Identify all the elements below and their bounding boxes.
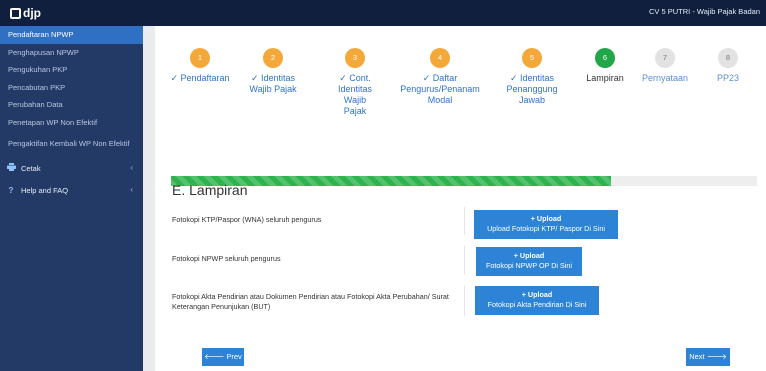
upload-button-text: Fotokopi NPWP OP Di Sini	[485, 261, 572, 270]
step-label: PP23	[716, 73, 740, 83]
upload-plus-label: + Upload	[513, 251, 545, 260]
question-icon: ?	[8, 185, 14, 195]
step-number: 1	[190, 48, 210, 68]
upload-plus-label: + Upload	[521, 290, 553, 299]
step-number: 4	[430, 48, 450, 68]
sidebar-item-pengukuhan-pkp[interactable]: Pengukuhan PKP	[0, 61, 143, 79]
attachment-label-akta: Fotokopi Akta Pendirian atau Dokumen Pen…	[172, 292, 449, 311]
printer-icon	[6, 163, 16, 173]
prev-button[interactable]: 🡐 Prev	[202, 348, 244, 366]
step-number: 2	[263, 48, 283, 68]
sidebar-item-pengaktifan-kembali[interactable]: Pengaktifan Kembali WP Non Efektif	[0, 131, 143, 157]
sidebar-group-help[interactable]: ? Help and FAQ ‹	[0, 179, 143, 201]
user-account-label[interactable]: CV 5 PUTRI - Wajib Pajak Badan	[649, 7, 760, 16]
upload-ktp-button[interactable]: + Upload Upload Fotokopi KTP/ Paspor Di …	[474, 210, 618, 239]
step-8[interactable]: 8 PP23	[683, 48, 766, 84]
step-number: 3	[345, 48, 365, 68]
divider	[464, 246, 465, 274]
sidebar-item-penetapan-wp-non-efektif[interactable]: Penetapan WP Non Efektif	[0, 114, 143, 132]
upload-npwp-button[interactable]: + Upload Fotokopi NPWP OP Di Sini	[476, 247, 582, 276]
sidebar-group-label: Help and FAQ	[21, 185, 69, 195]
sidebar-item-perubahan-data[interactable]: Perubahan Data	[0, 96, 143, 114]
sidebar-group-cetak[interactable]: Cetak ‹	[0, 157, 143, 179]
djp-logo[interactable]: djp	[10, 4, 41, 22]
progress-bar	[171, 176, 757, 186]
divider	[464, 286, 465, 316]
step-label: ✓ Identitas Penanggung Jawab	[506, 73, 558, 105]
attachment-label-npwp: Fotokopi NPWP seluruh pengurus	[172, 254, 281, 263]
sidebar: Pendaftaran NPWP Penghapusan NPWP Penguk…	[0, 26, 143, 371]
divider	[464, 207, 465, 235]
sidebar-group-label: Cetak	[21, 163, 41, 173]
upload-button-text: Upload Fotokopi KTP/ Paspor Di Sini	[487, 224, 605, 233]
logo-mark-icon	[10, 7, 21, 19]
form-panel: 1 ✓ Pendaftaran 2 ✓ Identitas Wajib Paja…	[155, 26, 766, 371]
chevron-left-icon: ‹	[130, 185, 133, 194]
step-number: 5	[522, 48, 542, 68]
step-number: 6	[595, 48, 615, 68]
next-button[interactable]: Next 🡒	[686, 348, 730, 366]
section-title: E. Lampiran	[172, 182, 248, 198]
main-content: 1 ✓ Pendaftaran 2 ✓ Identitas Wajib Paja…	[143, 26, 766, 371]
step-label: ✓ Daftar Pengurus/Penanam Modal	[400, 73, 480, 105]
top-bar: djp CV 5 PUTRI - Wajib Pajak Badan	[0, 0, 766, 26]
step-label: ✓ Cont. Identitas Wajib Pajak	[337, 73, 373, 116]
step-2[interactable]: 2 ✓ Identitas Wajib Pajak	[223, 48, 323, 95]
attachment-label-ktp: Fotokopi KTP/Paspor (WNA) seluruh pengur…	[172, 215, 322, 224]
upload-plus-label: + Upload	[530, 214, 562, 223]
logo-text: djp	[23, 6, 41, 20]
step-number: 7	[655, 48, 675, 68]
step-number: 8	[718, 48, 738, 68]
chevron-left-icon: ‹	[130, 163, 133, 172]
upload-akta-button[interactable]: + Upload Fotokopi Akta Pendirian Di Sini	[475, 286, 599, 315]
sidebar-item-pendaftaran-npwp[interactable]: Pendaftaran NPWP	[0, 26, 143, 44]
sidebar-item-penghapusan-npwp[interactable]: Penghapusan NPWP	[0, 44, 143, 62]
step-label: ✓ Identitas Wajib Pajak	[249, 73, 297, 94]
upload-button-text: Fotokopi Akta Pendirian Di Sini	[487, 300, 587, 309]
sidebar-item-pencabutan-pkp[interactable]: Pencabutan PKP	[0, 79, 143, 97]
wizard-stepper: 1 ✓ Pendaftaran 2 ✓ Identitas Wajib Paja…	[155, 48, 766, 158]
